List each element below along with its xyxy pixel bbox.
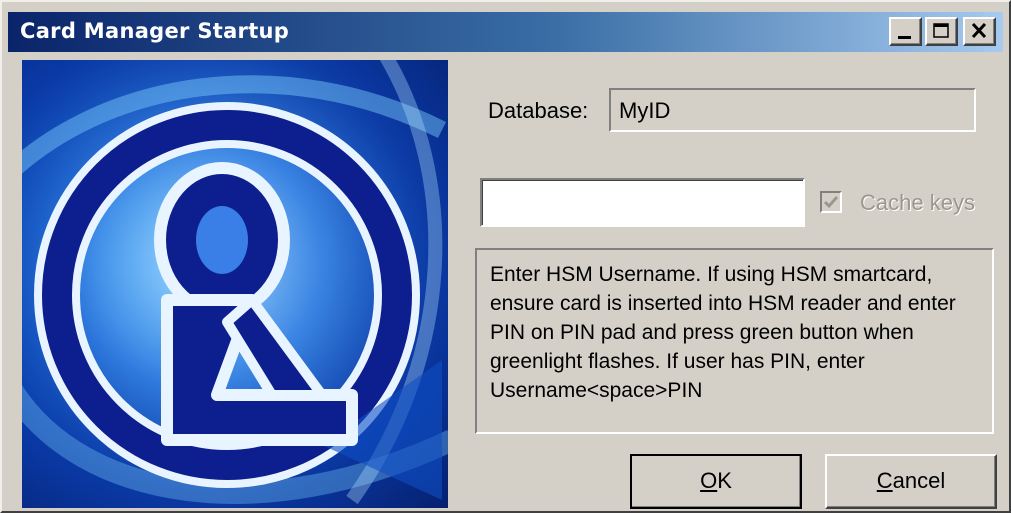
close-icon [971, 22, 987, 39]
minimize-button[interactable] [889, 17, 922, 46]
database-field: MyID [609, 88, 976, 132]
cache-keys-checkbox[interactable] [820, 191, 842, 213]
instructions-text: Enter HSM Username. If using HSM smartca… [490, 263, 956, 402]
cancel-label-rest: ancel [892, 468, 946, 493]
minimize-icon [898, 36, 911, 39]
ok-label-rest: K [717, 468, 732, 493]
username-field[interactable] [480, 178, 805, 227]
database-value: MyID [619, 98, 671, 123]
dialog-window: Card Manager Startup Database: MyID Cach… [0, 0, 1011, 513]
instructions-box: Enter HSM Username. If using HSM smartca… [475, 248, 994, 434]
database-label: Database: [488, 98, 589, 123]
close-button[interactable] [963, 17, 996, 46]
ok-mnemonic: O [700, 468, 718, 493]
product-logo [22, 60, 448, 508]
checkmark-icon [823, 196, 839, 209]
ok-button[interactable]: OK [630, 454, 802, 509]
cancel-button[interactable]: Cancel [825, 454, 997, 509]
maximize-icon [933, 23, 949, 38]
username-input[interactable] [486, 184, 790, 222]
maximize-button[interactable] [925, 17, 958, 46]
cache-keys-label: Cache keys [860, 190, 975, 215]
cancel-mnemonic: C [876, 468, 893, 493]
title-bar[interactable]: Card Manager Startup [8, 12, 1003, 52]
window-title: Card Manager Startup [20, 19, 290, 43]
